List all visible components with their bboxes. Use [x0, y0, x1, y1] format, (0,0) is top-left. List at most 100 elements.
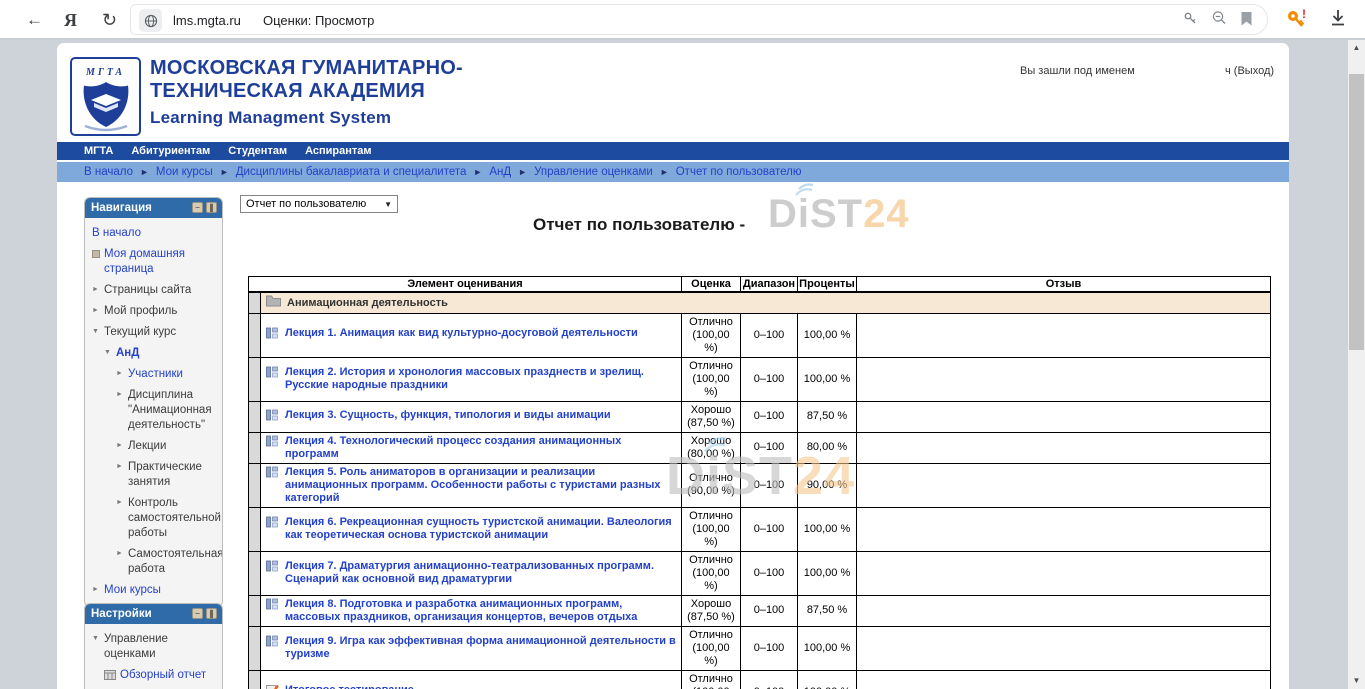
sidebar-item[interactable]: Моя домашняя страница: [92, 247, 217, 277]
collapse-block-icon[interactable]: −: [192, 202, 203, 213]
sidebar-item[interactable]: ▼АнД: [92, 346, 217, 361]
grade-item-row: Лекция 8. Подготовка и разработка анимац…: [249, 595, 1271, 626]
grade-text: Отлично: [687, 673, 735, 686]
grade-cell: Отлично(90,00 %): [682, 463, 741, 507]
url-text[interactable]: lms.mgta.ru: [173, 13, 241, 28]
yandex-logo-icon[interactable]: Я: [64, 9, 77, 31]
breadcrumb-link[interactable]: Мои курсы: [156, 166, 213, 178]
tree-expanded-icon[interactable]: ▼: [104, 346, 116, 360]
dock-block-icon[interactable]: ❚: [206, 608, 217, 619]
grade-item-link[interactable]: Лекция 6. Рекреационная сущность туристс…: [285, 516, 676, 542]
grade-item-link[interactable]: Лекция 9. Игра как эффективная форма ани…: [285, 635, 676, 661]
scrollbar-thumb[interactable]: [1349, 74, 1364, 350]
grade-item-row: Лекция 1. Анимация как вид культурно-дос…: [249, 313, 1271, 357]
sidebar-item[interactable]: ►Мои курсы: [92, 583, 217, 598]
password-key-icon[interactable]: [1183, 11, 1198, 26]
collapse-block-icon[interactable]: −: [192, 608, 203, 619]
zoom-page-icon[interactable]: [1211, 10, 1227, 26]
grade-item-link[interactable]: Лекция 3. Сущность, функция, типология и…: [285, 409, 611, 422]
grade-percent-text: (100,00 %): [687, 373, 735, 399]
grade-item-link[interactable]: Лекция 8. Подготовка и разработка анимац…: [285, 598, 676, 624]
topnav-link[interactable]: Студентам: [228, 145, 287, 157]
topnav-link[interactable]: Аспирантам: [305, 145, 371, 157]
tree-leaf-icon: [92, 247, 104, 264]
grade-item-link[interactable]: Лекция 1. Анимация как вид культурно-дос…: [285, 327, 638, 340]
topnav-link[interactable]: Абитуриентам: [131, 145, 210, 157]
sidebar-item-label: Мой профиль: [104, 304, 217, 319]
tree-expanded-icon[interactable]: ▼: [92, 325, 104, 339]
tree-collapsed-icon[interactable]: ►: [116, 496, 128, 510]
breadcrumb-link[interactable]: Дисциплины бакалавриата и специалитета: [236, 166, 467, 178]
indent-cell: [249, 357, 261, 401]
top-navigation: МГТА Абитуриентам Студентам Аспирантам: [57, 142, 1289, 160]
scroll-down-icon[interactable]: ▼: [1348, 673, 1365, 689]
item-name-cell: Лекция 1. Анимация как вид культурно-дос…: [261, 313, 682, 357]
scroll-up-icon[interactable]: ▲: [1348, 40, 1365, 56]
grade-item-link[interactable]: Лекция 2. История и хронология массовых …: [285, 366, 676, 392]
feedback-cell: [857, 357, 1271, 401]
login-info-prefix: Вы зашли под именем: [1020, 65, 1135, 77]
tree-collapsed-icon[interactable]: ►: [92, 583, 104, 597]
sidebar-item[interactable]: Обзорный отчет: [92, 668, 217, 686]
tree-collapsed-icon[interactable]: ►: [116, 367, 128, 381]
topnav-link[interactable]: МГТА: [84, 145, 113, 157]
grade-item-link[interactable]: Лекция 4. Технологический процесс создан…: [285, 435, 676, 461]
dock-block-icon[interactable]: ❚: [206, 202, 217, 213]
address-bar[interactable]: lms.mgta.ru Оценки: Просмотр: [130, 4, 1268, 35]
tree-collapsed-icon[interactable]: ►: [116, 388, 128, 402]
feedback-cell: [857, 595, 1271, 626]
protect-alert-icon[interactable]: !: [1285, 8, 1309, 35]
category-label: Анимационная деятельность: [287, 297, 448, 309]
breadcrumb-link[interactable]: АнД: [489, 166, 511, 178]
tree-collapsed-icon[interactable]: ►: [116, 547, 128, 561]
grade-text: Хорошо: [687, 598, 735, 611]
percent-cell: 87,50 %: [798, 595, 857, 626]
lesson-icon: [266, 366, 279, 382]
wifi-arcs-icon: [792, 181, 818, 197]
grade-item-link[interactable]: Лекция 7. Драматургия анимационно-театра…: [285, 560, 676, 586]
download-icon[interactable]: [1328, 8, 1348, 33]
feedback-cell: [857, 626, 1271, 670]
breadcrumb-link[interactable]: В начало: [84, 166, 133, 178]
column-header: Проценты: [798, 277, 857, 293]
lesson-icon: [266, 598, 279, 614]
site-icon-chip[interactable]: [139, 9, 162, 32]
back-icon[interactable]: ←: [26, 9, 43, 31]
grade-cell: Отлично(100,00 %): [682, 507, 741, 551]
sidebar-item[interactable]: ►Участники: [92, 367, 217, 382]
breadcrumb-link[interactable]: Управление оценками: [534, 166, 653, 178]
grade-percent-text: (100,00 %): [687, 567, 735, 593]
tree-collapsed-icon[interactable]: ►: [116, 460, 128, 474]
grade-item-row: Лекция 7. Драматургия анимационно-театра…: [249, 551, 1271, 595]
bookmark-icon[interactable]: [1240, 11, 1253, 26]
lesson-icon: [266, 560, 279, 576]
tree-collapsed-icon[interactable]: ►: [92, 304, 104, 318]
sidebar-item-label: Страницы сайта: [104, 283, 217, 298]
grade-cell: Отлично(100,00 %): [682, 357, 741, 401]
sidebar-item-label: Моя домашняя страница: [104, 247, 217, 277]
refresh-icon[interactable]: ↻: [102, 9, 117, 31]
report-type-select[interactable]: Отчет по пользователю ▼: [240, 195, 398, 213]
breadcrumb-separator-icon: ►: [518, 167, 527, 177]
breadcrumb-link[interactable]: Отчет по пользователю: [676, 166, 802, 178]
academy-crest-icon: [77, 80, 135, 136]
grade-percent-text: (100,00 %): [687, 686, 735, 689]
tree-collapsed-icon[interactable]: ►: [92, 283, 104, 297]
tree-collapsed-icon[interactable]: ►: [116, 439, 128, 453]
range-cell: 0–100: [741, 432, 798, 463]
indent-cell: [249, 463, 261, 507]
percent-cell: 80,00 %: [798, 432, 857, 463]
sidebar-item[interactable]: В начало: [92, 226, 217, 241]
indent-cell: [249, 313, 261, 357]
report-page-title: Отчет по пользователю -: [533, 215, 745, 235]
logout-link[interactable]: ч (Выход): [1225, 65, 1274, 77]
breadcrumb-separator-icon: ►: [220, 167, 229, 177]
site-title: МОСКОВСКАЯ ГУМАНИТАРНО- ТЕХНИЧЕСКАЯ АКАД…: [150, 57, 463, 129]
vertical-scrollbar[interactable]: ▲ ▼: [1348, 40, 1365, 689]
grade-item-link[interactable]: Итоговое тестирование: [285, 684, 414, 689]
grade-cell: Отлично(100,00 %): [682, 313, 741, 357]
lesson-icon: [266, 466, 279, 482]
feedback-cell: [857, 401, 1271, 432]
grade-item-link[interactable]: Лекция 5. Роль аниматоров в организации …: [285, 466, 676, 505]
tree-expanded-icon[interactable]: ▼: [92, 632, 104, 646]
